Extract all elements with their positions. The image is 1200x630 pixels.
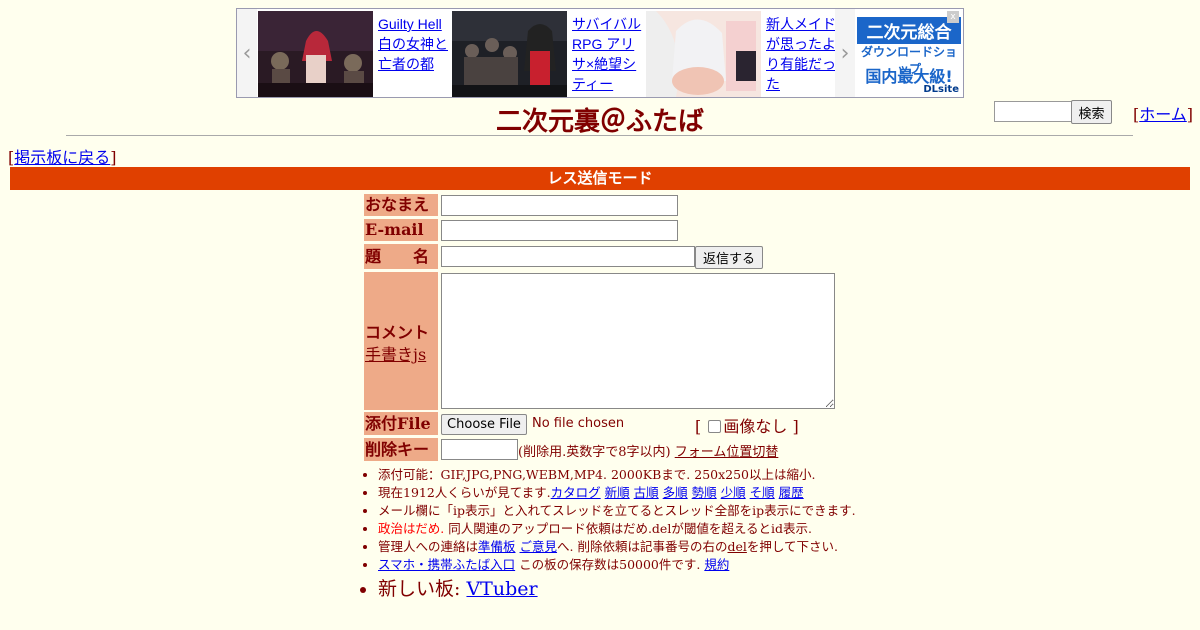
search-input[interactable] <box>994 101 1077 122</box>
delete-key-input[interactable] <box>441 439 518 460</box>
home-link[interactable]: ホーム <box>1139 105 1187 124</box>
choose-file-button[interactable]: Choose File <box>441 414 527 435</box>
delete-key-note: (削除用.英数字で8字以内) <box>518 445 671 460</box>
note-new-board: 新しい板: VTuber <box>378 576 872 602</box>
note-contact-text-a: 管理人への連絡は <box>378 539 479 554</box>
sort-so-link[interactable]: そ順 <box>750 485 775 500</box>
ad-close-icon[interactable]: x <box>947 11 959 23</box>
no-image-checkbox[interactable] <box>708 420 722 433</box>
mobile-entry-link[interactable]: スマホ・携帯ふたば入口 <box>378 557 515 572</box>
sort-many-link[interactable]: 多順 <box>663 485 688 500</box>
subject-label: 題 名 <box>364 244 438 269</box>
note-politics-warning: 政治はだめ. <box>378 521 445 536</box>
header-divider <box>66 135 1133 136</box>
note-rules: 政治はだめ. 同人関連のアップロード依頼はだめ.delが閾値を超えるとid表示. <box>378 520 872 538</box>
note-contact: 管理人への連絡は準備板 ご意見へ. 削除依頼は記事番号の右のdelを押して下さい… <box>378 538 872 556</box>
file-status: No file chosen <box>532 416 625 431</box>
noimage-bracket-close: ] <box>792 417 799 436</box>
no-image-label[interactable]: 画像なし <box>723 417 787 436</box>
back-nav: [掲示板に戻る] <box>8 144 117 168</box>
note-rules-text: 同人関連のアップロード依頼はだめ.delが閾値を超えるとid表示. <box>444 521 812 536</box>
history-link[interactable]: 履歴 <box>779 485 804 500</box>
dlsite-logo: DLsite <box>923 84 959 95</box>
sort-old-link[interactable]: 古順 <box>634 485 659 500</box>
sort-new-link[interactable]: 新順 <box>605 485 630 500</box>
terms-link[interactable]: 規約 <box>704 557 729 572</box>
chevron-left-icon[interactable]: ‹ <box>237 9 257 97</box>
home-nav: [ホーム] <box>1133 101 1193 125</box>
email-input[interactable] <box>441 220 678 241</box>
chevron-right-icon[interactable]: › <box>835 9 855 97</box>
sort-few-link[interactable]: 少順 <box>721 485 746 500</box>
ad-thumbnail-3[interactable] <box>646 11 761 97</box>
delete-key-label: 削除キー <box>364 438 438 461</box>
prep-board-link[interactable]: 準備板 <box>478 539 516 554</box>
note-ip-display: メール欄に「ip表示」と入れてスレッドを立てるとスレッド全部をip表示にできます… <box>378 502 872 520</box>
back-to-board-link[interactable]: 掲示板に戻る <box>14 148 110 167</box>
dlsite-headline: 二次元総合 <box>857 17 961 44</box>
note-contact-text-c: を押して下さい. <box>746 539 838 554</box>
search-button[interactable]: 検索 <box>1071 100 1112 124</box>
comment-label-cell: コメント 手書きjs <box>364 272 438 410</box>
file-label: 添付File <box>364 412 438 435</box>
handwriting-link[interactable]: 手書きjs <box>365 341 426 365</box>
ad-banner: ‹ Guilty Hell 白の女神と亡者の都 サバイバルRPG アリサ×絶望シ… <box>236 8 964 98</box>
noimage-bracket-open: [ <box>695 417 702 436</box>
note-viewers: 現在1912人くらいが見てます.カタログ 新順 古順 多順 勢順 少順 そ順 履… <box>378 484 872 502</box>
home-bracket-close: ] <box>1186 105 1194 124</box>
vtuber-board-link[interactable]: VTuber <box>466 578 537 600</box>
note-attachments: 添付可能：GIF,JPG,PNG,WEBM,MP4. 2000KBまで. 250… <box>378 466 872 484</box>
note-viewers-text: 現在1912人くらいが見てます. <box>378 485 551 500</box>
email-label: E-mail <box>364 219 438 241</box>
subject-input[interactable] <box>441 246 695 267</box>
new-board-label: 新しい板: <box>378 578 467 600</box>
dlsite-banner[interactable]: 二次元総合 ダウンロードショップ 国内最大級! DLsite x <box>857 11 961 95</box>
feedback-link[interactable]: ご意見 <box>520 539 558 554</box>
form-position-toggle-link[interactable]: フォーム位置切替 <box>675 445 779 460</box>
submit-reply-button[interactable]: 返信する <box>695 246 763 269</box>
ad-thumbnail-2[interactable] <box>452 11 567 97</box>
name-label: おなまえ <box>364 194 438 216</box>
sort-momentum-link[interactable]: 勢順 <box>692 485 717 500</box>
catalog-link[interactable]: カタログ <box>551 485 601 500</box>
no-image-option: [ 画像なし ] <box>695 413 799 437</box>
name-input[interactable] <box>441 195 678 216</box>
board-notes: 添付可能：GIF,JPG,PNG,WEBM,MP4. 2000KBまで. 250… <box>364 466 872 602</box>
note-storage-text: この板の保存数は50000件です. <box>515 557 705 572</box>
delete-key-hint: (削除用.英数字で8字以内) フォーム位置切替 <box>518 441 778 460</box>
comment-label: コメント <box>365 323 430 342</box>
ad-title-3[interactable]: 新人メイドが思ったより有能だった <box>766 14 836 94</box>
mode-bar: レス送信モード <box>10 167 1190 190</box>
note-contact-text-b: へ. 削除依頼は記事番号の右の <box>557 539 728 554</box>
comment-textarea[interactable] <box>441 273 835 409</box>
back-bracket-close: ] <box>110 148 117 167</box>
ad-title-2[interactable]: サバイバルRPG アリサ×絶望シティー <box>572 14 642 94</box>
ad-thumbnail-1[interactable] <box>258 11 373 97</box>
note-mobile: スマホ・携帯ふたば入口 この板の保存数は50000件です. 規約 <box>378 556 872 574</box>
del-link[interactable]: del <box>727 539 746 554</box>
ad-title-1[interactable]: Guilty Hell 白の女神と亡者の都 <box>378 14 448 74</box>
